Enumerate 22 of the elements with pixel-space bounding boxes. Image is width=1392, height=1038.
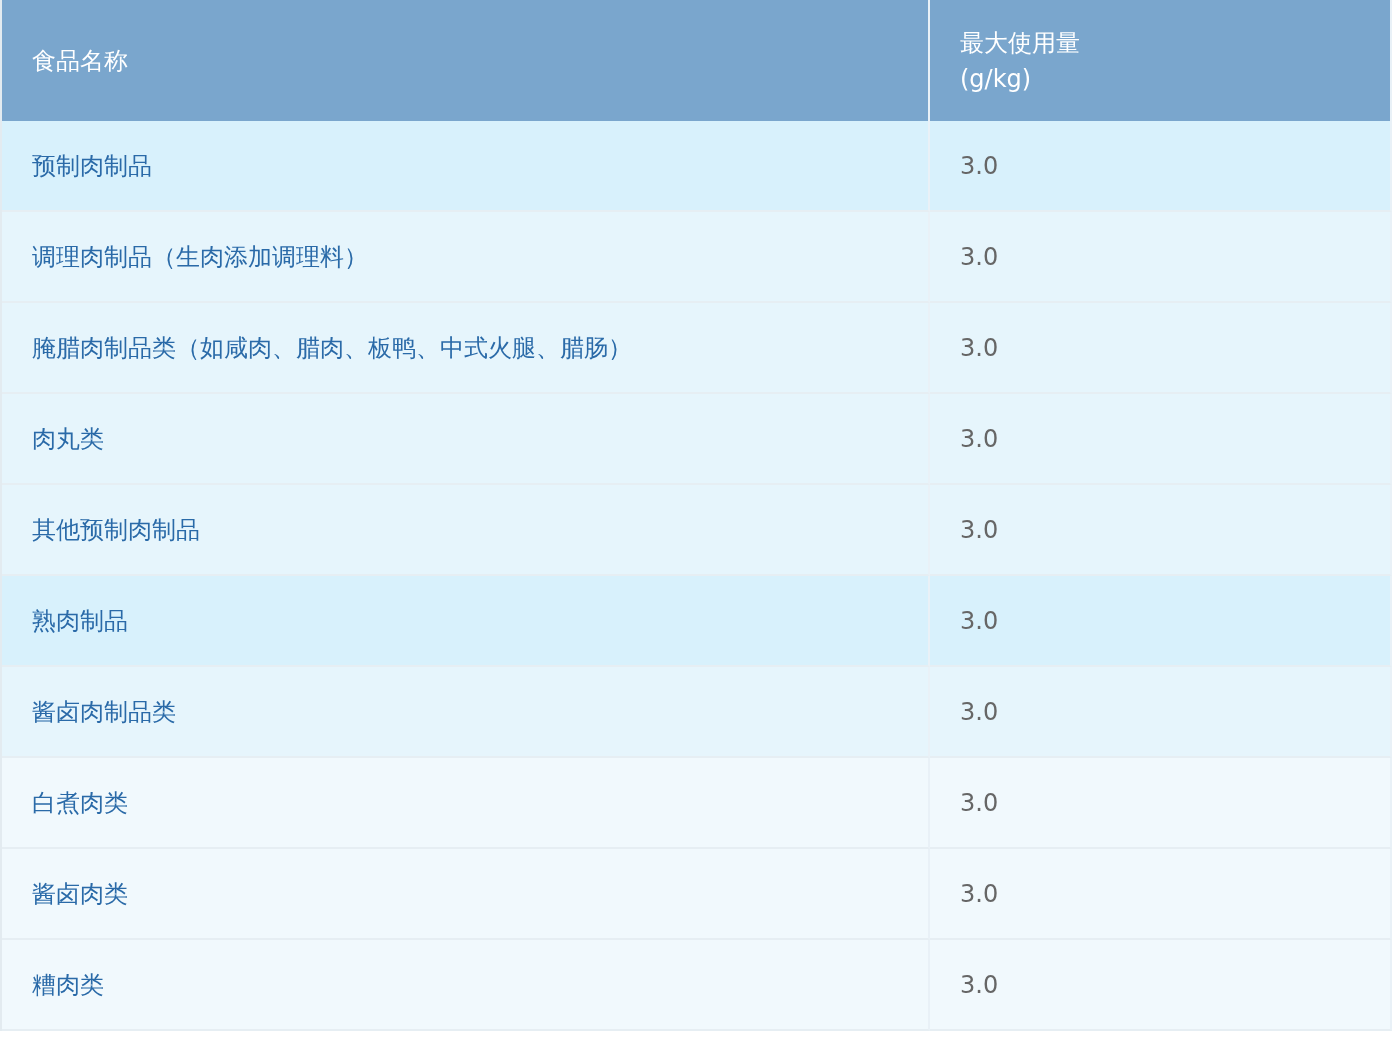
max-usage-cell: 3.0 — [930, 576, 1392, 667]
food-name-cell: 其他预制肉制品 — [2, 485, 930, 576]
max-usage-cell: 3.0 — [930, 303, 1392, 394]
column-header: 食品名称 — [2, 0, 930, 121]
food-name-cell: 预制肉制品 — [2, 121, 930, 212]
food-name-cell: 白煮肉类 — [2, 758, 930, 849]
column-header: 最大使用量 (g/kg) — [930, 0, 1392, 121]
max-usage-cell: 3.0 — [930, 849, 1392, 940]
max-usage-cell: 3.0 — [930, 758, 1392, 849]
max-usage-cell: 3.0 — [930, 121, 1392, 212]
food-name-cell: 酱卤肉类 — [2, 849, 930, 940]
food-name-cell: 调理肉制品（生肉添加调理料） — [2, 212, 930, 303]
max-usage-cell: 3.0 — [930, 667, 1392, 758]
food-name-cell: 熟肉制品 — [2, 576, 930, 667]
food-name-cell: 腌腊肉制品类（如咸肉、腊肉、板鸭、中式火腿、腊肠） — [2, 303, 930, 394]
food-name-cell: 肉丸类 — [2, 394, 930, 485]
food-name-cell: 酱卤肉制品类 — [2, 667, 930, 758]
max-usage-cell: 3.0 — [930, 940, 1392, 1031]
max-usage-cell: 3.0 — [930, 394, 1392, 485]
max-usage-cell: 3.0 — [930, 485, 1392, 576]
food-name-cell: 糟肉类 — [2, 940, 930, 1031]
max-usage-cell: 3.0 — [930, 212, 1392, 303]
